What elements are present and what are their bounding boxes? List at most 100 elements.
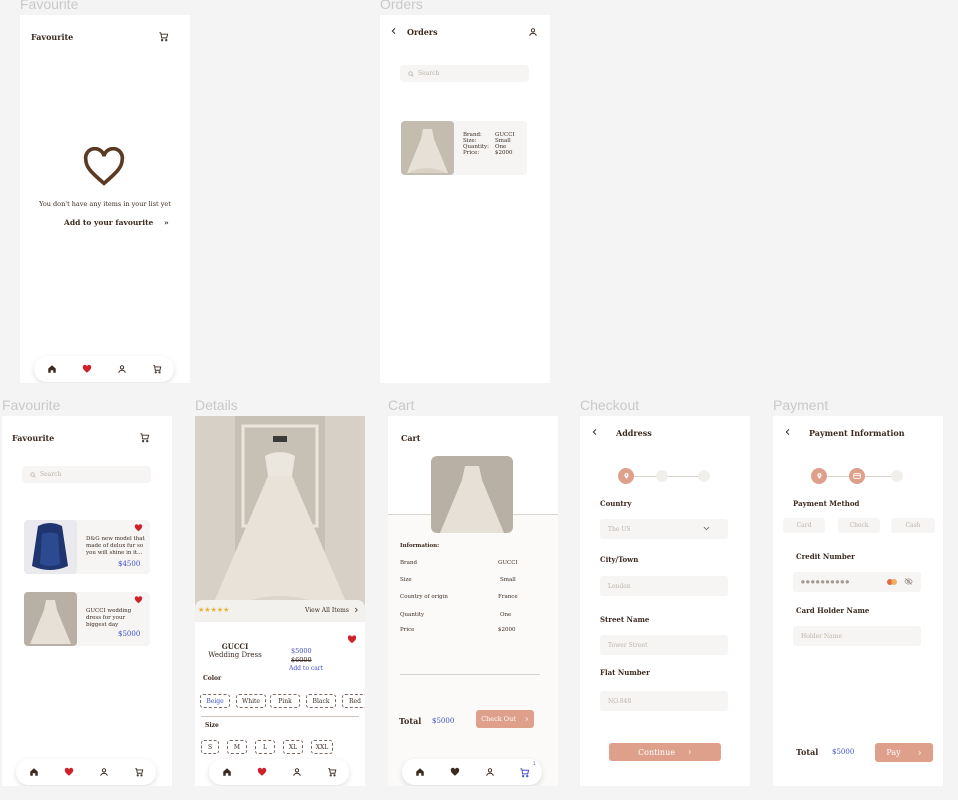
location-pin-icon — [623, 472, 630, 480]
search-input[interactable]: Search — [22, 466, 151, 483]
credit-card-icon — [853, 473, 861, 479]
flat-placeholder: NO.848 — [608, 697, 632, 705]
method-card[interactable]: Card — [783, 518, 825, 533]
home-icon[interactable] — [412, 764, 428, 780]
cart-icon[interactable] — [158, 31, 169, 42]
card-holder-input[interactable]: Holder Name — [793, 626, 921, 646]
search-input[interactable]: Search — [400, 65, 529, 82]
method-card-label: Card — [796, 522, 812, 529]
chevron-right-icon — [524, 716, 529, 722]
cart-icon[interactable]: 1 — [517, 761, 536, 780]
back-chevron-icon[interactable] — [591, 428, 599, 436]
color-option-white[interactable]: White — [236, 694, 266, 708]
item-description: GUCCI wedding dress for your biggest day — [86, 608, 132, 628]
product-hero-image — [195, 416, 365, 616]
step-indicator — [811, 468, 907, 484]
heart-icon[interactable] — [79, 361, 95, 377]
color-option-beige[interactable]: Beige — [200, 694, 230, 708]
city-label: City/Town — [600, 555, 639, 564]
heart-icon[interactable] — [134, 524, 143, 532]
info-row: Price $2000 — [400, 627, 520, 633]
flat-input[interactable]: NO.848 — [600, 691, 728, 711]
heart-icon[interactable] — [447, 764, 463, 780]
order-card[interactable]: Brand: GUCCI Size: Small Quantity: One Pric… — [401, 121, 527, 175]
home-icon[interactable] — [44, 361, 60, 377]
method-cash[interactable]: Cash — [891, 518, 935, 533]
cart-screen: Cart Information: Brand GUCCI Size Small C… — [388, 416, 558, 786]
eye-off-icon[interactable] — [904, 578, 913, 585]
add-to-favourite-link[interactable]: Add to your favourite » — [64, 218, 169, 227]
size-option-s[interactable]: S — [201, 740, 219, 754]
heart-icon[interactable] — [61, 764, 77, 780]
info-value: Small — [500, 577, 516, 583]
credit-number-input[interactable]: ●●●●●●●●●● — [793, 572, 921, 592]
item-price: $5000 — [118, 630, 141, 638]
payment-screen: Payment Information Payment Method Card … — [773, 416, 943, 786]
favourite-empty-screen: Favourite You don't have any items in yo… — [20, 15, 190, 383]
cart-badge: 1 — [532, 761, 536, 766]
cart-icon[interactable] — [131, 764, 147, 780]
profile-icon[interactable] — [289, 764, 305, 780]
method-check[interactable]: Check — [838, 518, 880, 533]
product-image — [24, 520, 77, 574]
heart-icon[interactable] — [254, 764, 270, 780]
old-price: $6000 — [291, 656, 312, 664]
size-option-m[interactable]: M — [227, 740, 247, 754]
chevron-right-icon[interactable] — [353, 606, 359, 614]
favourite-item[interactable]: D&G new model that made of delux fur so … — [24, 520, 150, 574]
home-icon[interactable] — [26, 764, 42, 780]
color-option-red[interactable]: Red — [342, 694, 365, 708]
view-all-link[interactable]: View All Items — [305, 607, 349, 614]
color-option-black[interactable]: Black — [306, 694, 336, 708]
add-link-label: Add to your favourite — [64, 218, 154, 227]
empty-text: You don't have any items in your list ye… — [39, 200, 171, 208]
page-title: Orders — [407, 27, 438, 37]
checkout-button[interactable]: Check Out — [476, 710, 534, 728]
step-1-active — [618, 468, 634, 484]
cart-icon[interactable] — [139, 432, 150, 443]
back-chevron-icon[interactable] — [784, 428, 792, 436]
step-indicator — [618, 468, 714, 484]
profile-icon[interactable] — [528, 27, 538, 37]
page-title: Address — [616, 428, 652, 438]
double-chevron-icon: » — [163, 218, 169, 227]
checkout-screen: Address Country The US City/Town London … — [580, 416, 750, 786]
profile-icon[interactable] — [482, 764, 498, 780]
credit-number-mask: ●●●●●●●●●● — [801, 579, 851, 585]
heart-icon[interactable] — [347, 635, 357, 644]
city-placeholder: London — [608, 582, 631, 590]
info-key: Quantity — [400, 612, 425, 618]
size-option-l[interactable]: L — [255, 740, 275, 754]
size-option-xxl[interactable]: XXL — [311, 740, 333, 754]
pay-button[interactable]: Pay — [875, 743, 933, 762]
profile-icon[interactable] — [114, 361, 130, 377]
frame-label-orders: Orders — [380, 0, 423, 12]
cart-icon[interactable] — [149, 361, 165, 377]
size-option-xl[interactable]: XL — [283, 740, 303, 754]
step-2-active — [849, 468, 865, 484]
star-rating: ★★★★★ — [198, 606, 230, 614]
street-input[interactable]: Tower Street — [600, 635, 728, 655]
chevron-right-icon — [687, 749, 692, 755]
cart-icon[interactable] — [324, 764, 340, 780]
divider — [400, 674, 540, 675]
frame-label-favourite-2: Favourite — [2, 397, 61, 413]
profile-icon[interactable] — [96, 764, 112, 780]
step-2 — [656, 470, 668, 482]
continue-button[interactable]: Continue — [609, 743, 721, 761]
home-icon[interactable] — [219, 764, 235, 780]
info-key: Size — [400, 577, 412, 583]
color-option-pink[interactable]: Pink — [270, 694, 300, 708]
back-chevron-icon[interactable] — [390, 27, 398, 35]
card-holder-placeholder: Holder Name — [801, 632, 842, 640]
search-placeholder: Search — [418, 70, 440, 77]
page-title: Payment Information — [809, 428, 905, 438]
country-select[interactable]: The US — [600, 519, 728, 539]
info-row: Size Small — [400, 577, 520, 583]
info-value: $2000 — [498, 627, 516, 633]
favourite-item[interactable]: GUCCI wedding dress for your biggest day… — [24, 592, 150, 646]
city-input[interactable]: London — [600, 576, 728, 596]
heart-icon[interactable] — [134, 596, 143, 604]
divider — [201, 716, 359, 717]
add-to-cart-link[interactable]: Add to cart — [289, 665, 323, 672]
